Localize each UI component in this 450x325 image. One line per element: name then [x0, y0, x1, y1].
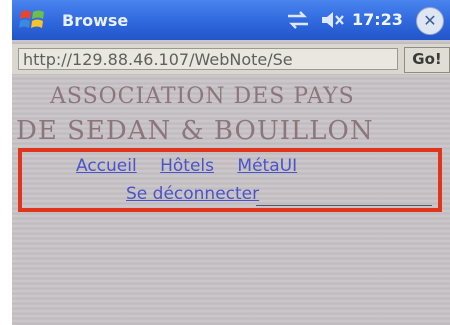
pda-screen: Browse 17:23 ✕ Go! ASSOCIATION DES PAYS …	[12, 0, 450, 325]
title-bar: Browse 17:23 ✕	[12, 0, 450, 40]
nav-link-hotels[interactable]: Hôtels	[160, 156, 214, 176]
go-button[interactable]: Go!	[404, 47, 450, 73]
nav-links: Accueil Hôtels MétaUI	[76, 156, 396, 176]
app-title: Browse	[62, 11, 129, 30]
page-heading-line1: ASSOCIATION DES PAYS	[50, 84, 355, 109]
logout-link[interactable]: Se déconnecter	[126, 184, 259, 204]
clock-time[interactable]: 17:23	[352, 10, 403, 29]
divider-line	[256, 205, 432, 206]
address-bar: Go!	[12, 44, 450, 74]
volume-muted-icon[interactable]	[320, 11, 346, 29]
page-heading-line2: DE SEDAN & BOUILLON	[16, 116, 374, 146]
connectivity-icon[interactable]	[286, 10, 310, 30]
nav-link-metaui[interactable]: MétaUI	[237, 156, 297, 176]
close-button[interactable]: ✕	[416, 7, 444, 35]
close-icon: ✕	[423, 11, 437, 30]
nav-link-accueil[interactable]: Accueil	[76, 156, 137, 176]
windows-start-icon[interactable]	[18, 6, 48, 34]
url-input[interactable]	[18, 48, 398, 70]
